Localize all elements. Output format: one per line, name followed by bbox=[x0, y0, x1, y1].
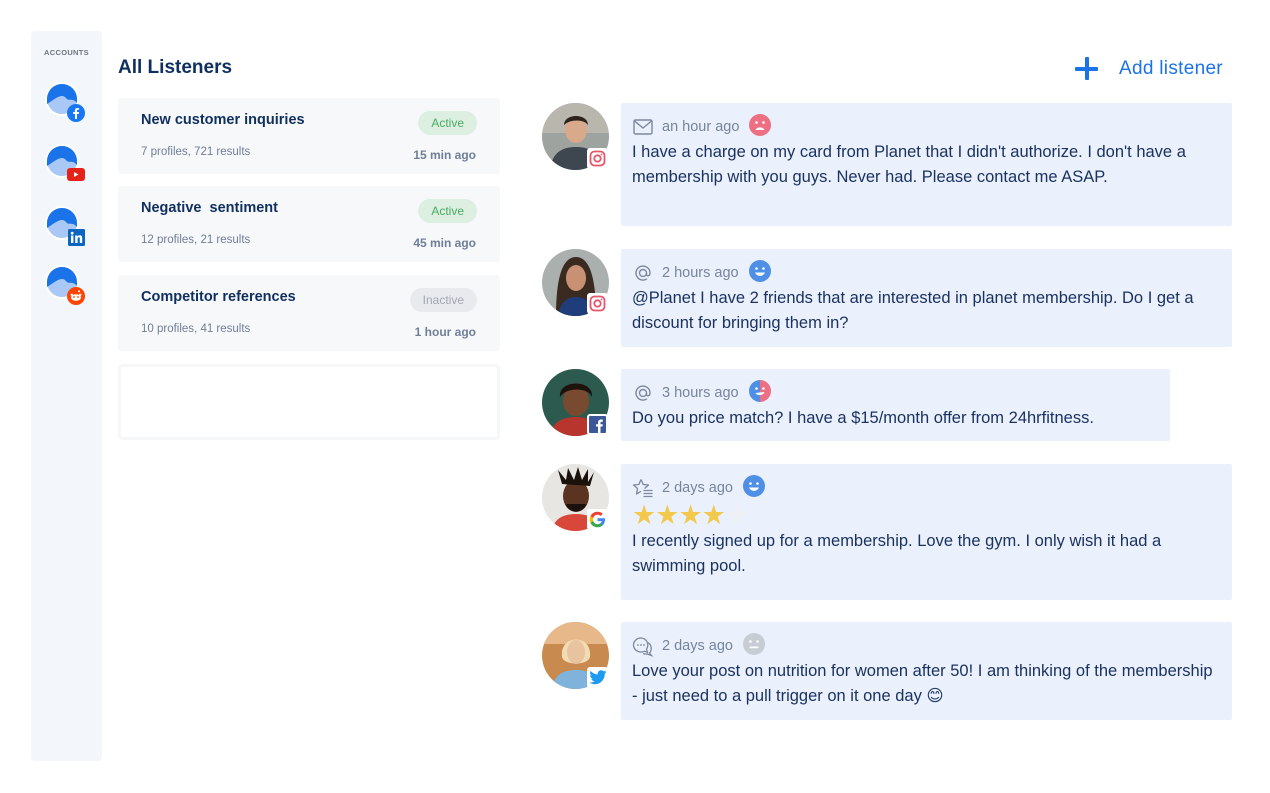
feed-text: Love your post on nutrition for women af… bbox=[632, 662, 1213, 705]
star-rating: ★ ★ ★ ★ ★ bbox=[632, 500, 1221, 530]
listener-updated: 1 hour ago bbox=[414, 325, 476, 339]
linkedin-icon bbox=[67, 228, 85, 246]
feed-text: Do you price match? I have a $15/month o… bbox=[632, 409, 1094, 427]
listener-card[interactable]: New customer inquiries Active 7 profiles… bbox=[118, 98, 500, 174]
feed-time: 2 days ago bbox=[662, 480, 733, 496]
listener-updated: 45 min ago bbox=[413, 236, 476, 250]
review-icon bbox=[632, 477, 654, 499]
star-filled-icon: ★ bbox=[701, 500, 726, 530]
instagram-icon bbox=[587, 148, 608, 169]
feed-time: 2 hours ago bbox=[662, 265, 739, 281]
feed-item[interactable]: 3 hours ago Do you price match? I have a… bbox=[621, 369, 1170, 441]
account-linkedin[interactable] bbox=[45, 206, 85, 246]
accounts-title: ACCOUNTS bbox=[44, 48, 89, 57]
listener-name: Negative sentiment bbox=[141, 200, 278, 216]
star-empty-icon: ★ bbox=[724, 500, 750, 530]
youtube-icon bbox=[67, 166, 85, 184]
listener-meta: 12 profiles, 21 results bbox=[141, 234, 251, 246]
add-listener-button[interactable]: Add listener bbox=[1073, 55, 1223, 82]
mention-icon bbox=[632, 262, 654, 284]
google-icon bbox=[587, 509, 608, 530]
feed-item[interactable]: 2 hours ago @Planet I have 2 friends tha… bbox=[621, 249, 1232, 347]
feed-text: I recently signed up for a membership. L… bbox=[632, 532, 1162, 575]
feed-time: an hour ago bbox=[662, 119, 740, 135]
feed-text: I have a charge on my card from Planet t… bbox=[632, 143, 1186, 186]
account-youtube[interactable] bbox=[45, 144, 85, 181]
feed-item[interactable]: an hour ago I have a charge on my card f… bbox=[621, 103, 1232, 226]
sentiment-positive-icon bbox=[748, 259, 771, 287]
star-filled-icon: ★ bbox=[632, 500, 657, 530]
accounts-sidebar: ACCOUNTS bbox=[31, 31, 102, 761]
feed-time: 2 days ago bbox=[662, 638, 733, 654]
mention-icon bbox=[632, 382, 654, 404]
reddit-icon bbox=[67, 287, 85, 305]
feed-item[interactable]: 2 days ago ★ ★ ★ ★ ★ I recently signed up fo… bbox=[621, 464, 1232, 600]
star-filled-icon: ★ bbox=[678, 500, 703, 530]
status-badge: Active bbox=[418, 111, 477, 135]
mail-icon bbox=[632, 116, 654, 138]
plus-icon bbox=[1073, 55, 1100, 82]
listener-updated: 15 min ago bbox=[413, 148, 476, 162]
listener-card[interactable]: Competitor references Inactive 10 profil… bbox=[118, 275, 500, 351]
sentiment-positive-icon bbox=[742, 474, 765, 502]
facebook-icon bbox=[67, 104, 85, 122]
sentiment-negative-icon bbox=[749, 113, 772, 141]
feed-item[interactable]: 2 days ago Love your post on nutrition f… bbox=[621, 622, 1232, 720]
status-badge: Active bbox=[418, 199, 477, 223]
twitter-icon bbox=[587, 667, 608, 688]
listener-card[interactable]: Negative sentiment Active 12 profiles, 2… bbox=[118, 186, 500, 262]
sentiment-neutral-icon bbox=[742, 632, 765, 660]
listener-meta: 10 profiles, 41 results bbox=[141, 323, 251, 335]
listener-name: New customer inquiries bbox=[141, 112, 305, 128]
add-listener-label: Add listener bbox=[1119, 57, 1223, 79]
comment-icon bbox=[632, 635, 654, 657]
page-title: All Listeners bbox=[118, 57, 233, 78]
listener-name: Competitor references bbox=[141, 289, 296, 305]
star-filled-icon: ★ bbox=[655, 500, 680, 530]
feed-text: @Planet I have 2 friends that are intere… bbox=[632, 289, 1194, 332]
empty-listener-slot bbox=[118, 364, 500, 440]
listener-meta: 7 profiles, 721 results bbox=[141, 146, 251, 158]
feed-time: 3 hours ago bbox=[662, 385, 739, 401]
account-facebook[interactable] bbox=[45, 82, 85, 122]
instagram-icon bbox=[587, 293, 608, 314]
facebook-icon bbox=[587, 414, 608, 435]
account-reddit[interactable] bbox=[45, 265, 85, 305]
sentiment-mixed-icon bbox=[748, 379, 771, 407]
status-badge: Inactive bbox=[409, 288, 477, 312]
